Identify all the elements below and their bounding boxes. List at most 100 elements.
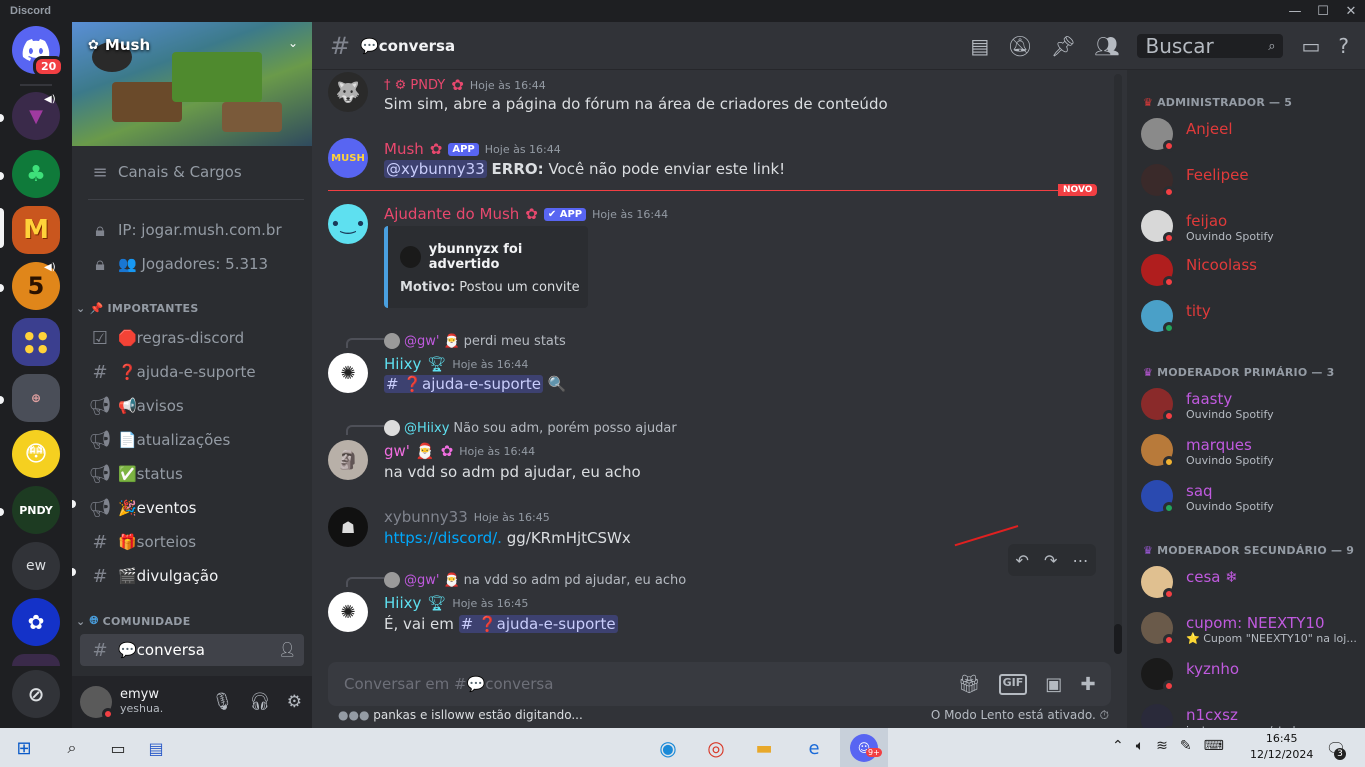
member-item[interactable]: tity [1141,296,1361,338]
sticker-icon[interactable]: ▣ [1045,674,1062,695]
reply-icon[interactable]: ↶ [1016,551,1029,570]
category-important[interactable]: ⌄ 📌 IMPORTANTES [76,302,199,315]
status-dot [1163,680,1175,692]
keyboard-icon[interactable]: ⌨ [1204,738,1224,754]
add-member-icon[interactable]: 👤︎ [278,642,296,658]
channel-conversa[interactable]: # 💬conversa 👤︎ [80,634,304,666]
user-mention[interactable]: @xybunny33 [384,160,487,178]
help-icon[interactable]: ? [1338,34,1349,58]
inbox-icon[interactable]: ▭ [1301,34,1320,58]
members-icon[interactable]: 👥︎ [1094,34,1119,58]
edge-icon[interactable]: ◉ [654,734,682,762]
channel-updates[interactable]: 📢︎ 📄atualizações [80,424,304,456]
member-item[interactable]: cesa ❄ [1141,562,1361,604]
category-community[interactable]: ⌄ 🌐︎ COMUNIDADE [76,614,191,628]
server-icon-pndy[interactable]: PNDY [12,486,60,534]
member-item[interactable]: Anjeel [1141,114,1361,156]
server-folder[interactable]: ● ● ● ● [12,318,60,366]
server-icon[interactable]: ✿ [12,598,60,646]
more-icon[interactable]: ⋯ [1072,551,1088,570]
microphone-icon[interactable]: 🎙︎ [212,692,234,712]
clock-time[interactable]: 16:45 [1250,731,1313,747]
author-name[interactable]: Mush [384,140,424,158]
member-item[interactable]: n1cxszinstagram.com/sto.lens [1141,700,1361,728]
avatar[interactable]: 🐺 [328,72,368,112]
server-icon-ew[interactable]: ew [12,542,60,590]
discover-button[interactable]: ⊘ [12,670,60,718]
gif-icon[interactable]: GIF [998,673,1028,695]
volume-icon[interactable]: 🔈︎ [1136,738,1144,754]
author-name[interactable]: gw' [384,442,410,460]
pen-icon[interactable]: ✎ [1180,738,1192,754]
server-name-header[interactable]: ✿ Mush [88,36,150,54]
avatar[interactable]: ✺ [328,592,368,632]
ie-icon[interactable]: e [800,734,828,762]
member-item[interactable]: cupom: NEEXTY10 ⭐ Cupom "NEEXTY10" na loj… [1141,608,1361,650]
forward-icon[interactable]: ↷ [1044,551,1057,570]
server-icon[interactable] [12,654,60,666]
app-icon[interactable]: ▤ [142,734,170,762]
gift-icon[interactable]: 🎁︎ [958,674,981,695]
minimize-button[interactable]: — [1281,0,1309,22]
member-item[interactable]: kyznho [1141,654,1361,696]
channel-mention[interactable]: # ❓ajuda-e-suporte [458,615,618,633]
pin-icon[interactable]: 📌︎ [1051,34,1076,58]
search-input[interactable]: Buscar ⌕ [1137,34,1284,58]
server-icon[interactable]: ♣ [12,150,60,198]
folder-icon[interactable]: ▬ [750,734,778,762]
reply-preview[interactable]: @gw' 🎅 na vdd so adm pd ajudar, eu acho [384,572,686,588]
close-button[interactable]: ✕ [1337,0,1365,22]
windows-start-icon[interactable]: ⊞ [10,734,38,762]
channel-players[interactable]: 🔒︎ 👥 Jogadores: 5.313 [80,248,304,280]
avatar[interactable] [80,686,114,720]
chevron-up-icon[interactable]: ⌃ [1112,738,1124,754]
wifi-icon[interactable]: ≋ [1156,738,1168,754]
reply-preview[interactable]: @Hiixy Não sou adm, porém posso ajudar [384,420,677,436]
avatar[interactable]: MUSH [328,138,368,178]
task-view-icon[interactable]: ▭ [104,734,132,762]
message-input[interactable]: Conversar em #💬conversa 🎁︎ GIF ▣ ☹ [328,662,1111,706]
member-item[interactable]: marques Ouvindo Spotify [1141,430,1361,472]
channel-notices[interactable]: 📢︎ 📢avisos [80,390,304,422]
gear-icon[interactable]: ⚙ [287,692,302,712]
channel-giveaways[interactable]: # 🎁sorteios [80,526,304,558]
scrollbar-thumb[interactable] [1114,624,1122,654]
channel-help[interactable]: # ❓ajuda-e-suporte [80,356,304,388]
scrollbar-track[interactable] [1114,74,1122,654]
author-name[interactable]: Hiixy [384,355,421,373]
reply-preview[interactable]: @gw' 🎅 perdi meu stats [384,333,566,349]
headphones-icon[interactable]: 🎧︎ [249,692,271,712]
clock-date[interactable]: 12/12/2024 [1250,747,1313,763]
author-name[interactable]: † ⚙ PNDY [384,78,445,93]
channel-status[interactable]: 📢︎ ✅status [80,458,304,490]
member-item[interactable]: saq Ouvindo Spotify [1141,476,1361,518]
member-item[interactable]: Nicoolass [1141,250,1361,292]
channel-events[interactable]: 📢︎ 🎉eventos [80,492,304,524]
maximize-button[interactable]: ☐ [1309,0,1337,22]
avatar[interactable]: •‿• [328,204,368,244]
member-item[interactable]: faasty Ouvindo Spotify [1141,384,1361,426]
message-link[interactable]: https://discord/. [384,529,502,547]
bell-muted-icon[interactable]: 🔕︎ [1007,34,1032,58]
server-icon[interactable]: 😳 [12,430,60,478]
chrome-icon[interactable]: ◎ [702,734,730,762]
server-icon-mush[interactable]: M [12,206,60,254]
author-name[interactable]: xybunny33 [384,508,468,526]
search-icon[interactable]: ⌕ [58,734,86,762]
member-item[interactable]: feijao Ouvindo Spotify [1141,206,1361,248]
avatar[interactable]: 🗿 [328,440,368,480]
author-name[interactable]: Hiixy [384,594,421,612]
server-icon[interactable]: ⊕ [12,374,60,422]
threads-icon[interactable]: ▤ [970,34,989,58]
channel-mention[interactable]: # ❓ajuda-e-suporte [384,375,543,393]
channels-and-roles[interactable]: ≡ Canais & Cargos [80,156,304,188]
avatar[interactable]: ☗ [328,507,368,547]
author-name[interactable]: Ajudante do Mush [384,205,519,223]
member-item[interactable]: Feelipee [1141,160,1361,202]
channel-rules[interactable]: ☑ 🛑regras-discord [80,322,304,354]
avatar[interactable]: ✺ [328,353,368,393]
channel-ip[interactable]: 🔒︎ IP: jogar.mush.com.br [80,214,304,246]
chevron-down-icon[interactable]: ⌄ [288,36,298,50]
apps-button[interactable]: ✚ [1066,662,1110,706]
channel-promotion[interactable]: # 🎬divulgação [80,560,304,592]
